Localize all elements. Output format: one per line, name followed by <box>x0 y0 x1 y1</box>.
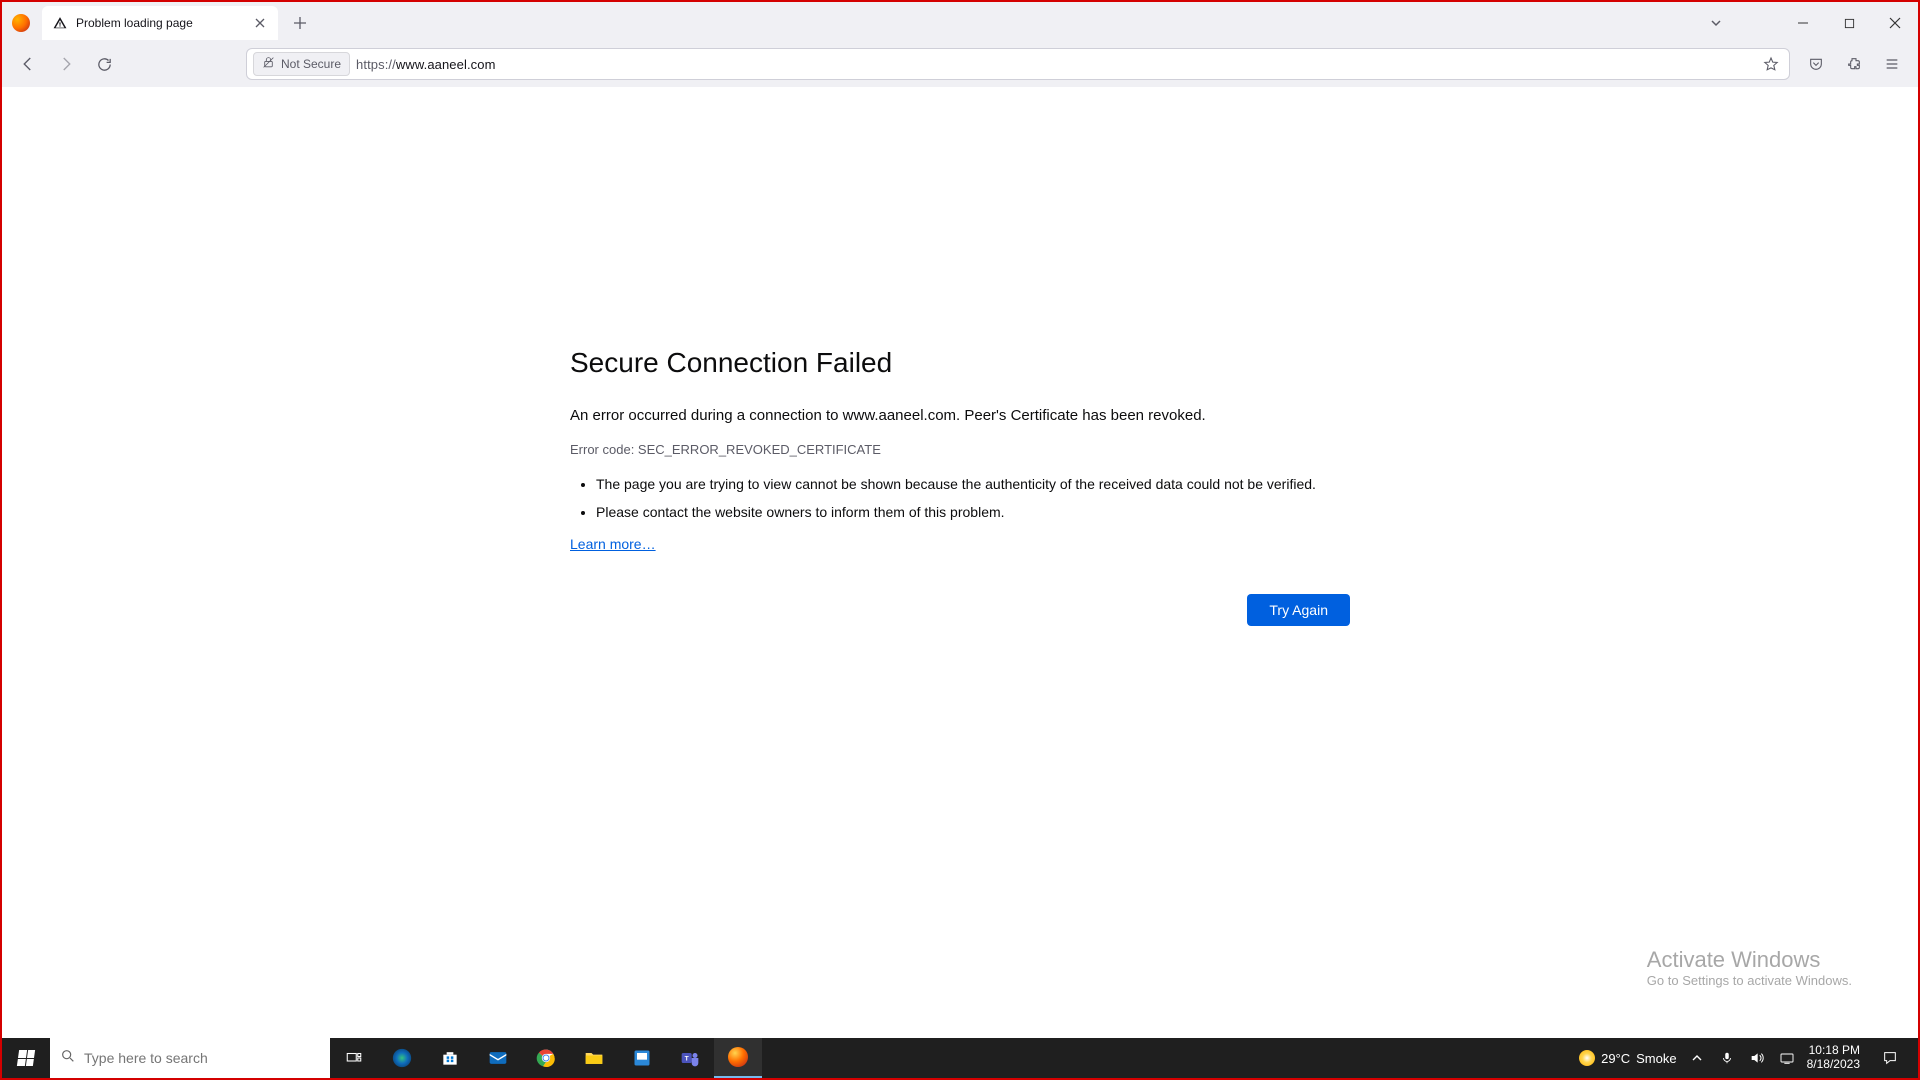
bookmark-star-button[interactable] <box>1759 52 1783 76</box>
taskbar-clock[interactable]: 10:18 PM 8/18/2023 <box>1807 1044 1860 1072</box>
learn-more-link[interactable]: Learn more… <box>570 536 656 552</box>
error-title: Secure Connection Failed <box>570 347 1350 379</box>
volume-icon[interactable] <box>1747 1048 1767 1068</box>
file-explorer-icon[interactable] <box>570 1038 618 1078</box>
weather-temp: 29°C <box>1601 1051 1630 1066</box>
watermark-subtitle: Go to Settings to activate Windows. <box>1647 973 1852 988</box>
taskbar-pinned-apps: T <box>330 1038 762 1078</box>
try-again-button[interactable]: Try Again <box>1247 594 1350 626</box>
browser-chrome: Problem loading page <box>2 2 1918 87</box>
error-container: Secure Connection Failed An error occurr… <box>570 347 1350 626</box>
error-detail-item: The page you are trying to view cannot b… <box>596 475 1350 495</box>
warning-icon <box>52 15 68 31</box>
edge-icon[interactable] <box>378 1038 426 1078</box>
error-details-list: The page you are trying to view cannot b… <box>596 475 1350 522</box>
start-button[interactable] <box>2 1038 50 1078</box>
tabs-dropdown-button[interactable] <box>1702 9 1730 37</box>
security-label: Not Secure <box>281 57 341 71</box>
page-content: Secure Connection Failed An error occurr… <box>2 87 1918 1038</box>
teams-icon[interactable]: T <box>666 1038 714 1078</box>
close-window-button[interactable] <box>1872 5 1918 41</box>
window-controls <box>1780 5 1918 41</box>
url-text: https://www.aaneel.com <box>356 57 496 72</box>
app-menu-button[interactable] <box>1874 48 1910 80</box>
microphone-icon[interactable] <box>1717 1048 1737 1068</box>
system-tray: 29°C Smoke 10:18 PM 8/18/2023 <box>1571 1038 1918 1078</box>
lock-insecure-icon <box>262 56 275 72</box>
microsoft-store-icon[interactable] <box>426 1038 474 1078</box>
windows-taskbar: T 29°C Smoke <box>2 1038 1918 1078</box>
tray-overflow-button[interactable] <box>1687 1048 1707 1068</box>
navigation-toolbar: Not Secure https://www.aaneel.com <box>2 44 1918 84</box>
task-view-button[interactable] <box>330 1038 378 1078</box>
taskbar-search-input[interactable] <box>84 1050 320 1066</box>
action-center-button[interactable] <box>1870 1050 1910 1066</box>
titlebar: Problem loading page <box>2 2 1918 44</box>
weather-icon <box>1579 1050 1595 1066</box>
chrome-icon[interactable] <box>522 1038 570 1078</box>
reload-button[interactable] <box>86 48 122 80</box>
firefox-logo-icon <box>12 14 30 32</box>
error-detail-item: Please contact the website owners to inf… <box>596 503 1350 523</box>
tab-close-button[interactable] <box>252 15 268 31</box>
network-icon[interactable] <box>1777 1048 1797 1068</box>
forward-button[interactable] <box>48 48 84 80</box>
windows-activation-watermark: Activate Windows Go to Settings to activ… <box>1647 947 1852 988</box>
app-icon-generic[interactable] <box>618 1038 666 1078</box>
mail-icon[interactable] <box>474 1038 522 1078</box>
taskbar-search[interactable] <box>50 1038 330 1078</box>
minimize-button[interactable] <box>1780 5 1826 41</box>
clock-date: 8/18/2023 <box>1807 1058 1860 1072</box>
svg-text:T: T <box>685 1056 689 1063</box>
tab-current[interactable]: Problem loading page <box>42 6 278 40</box>
watermark-title: Activate Windows <box>1647 947 1852 973</box>
maximize-button[interactable] <box>1826 5 1872 41</box>
search-icon <box>60 1048 76 1069</box>
windows-logo-icon <box>17 1050 35 1066</box>
firefox-taskbar-icon[interactable] <box>714 1038 762 1078</box>
new-tab-button[interactable] <box>286 9 314 37</box>
tab-title: Problem loading page <box>76 16 193 30</box>
url-bar[interactable]: Not Secure https://www.aaneel.com <box>246 48 1790 80</box>
clock-time: 10:18 PM <box>1807 1044 1860 1058</box>
error-message: An error occurred during a connection to… <box>570 407 1350 424</box>
weather-widget[interactable]: 29°C Smoke <box>1579 1050 1677 1066</box>
extensions-button[interactable] <box>1836 48 1872 80</box>
site-identity-button[interactable]: Not Secure <box>253 52 350 76</box>
save-to-pocket-button[interactable] <box>1798 48 1834 80</box>
back-button[interactable] <box>10 48 46 80</box>
error-code: Error code: SEC_ERROR_REVOKED_CERTIFICAT… <box>570 442 1350 457</box>
weather-label: Smoke <box>1636 1051 1676 1066</box>
